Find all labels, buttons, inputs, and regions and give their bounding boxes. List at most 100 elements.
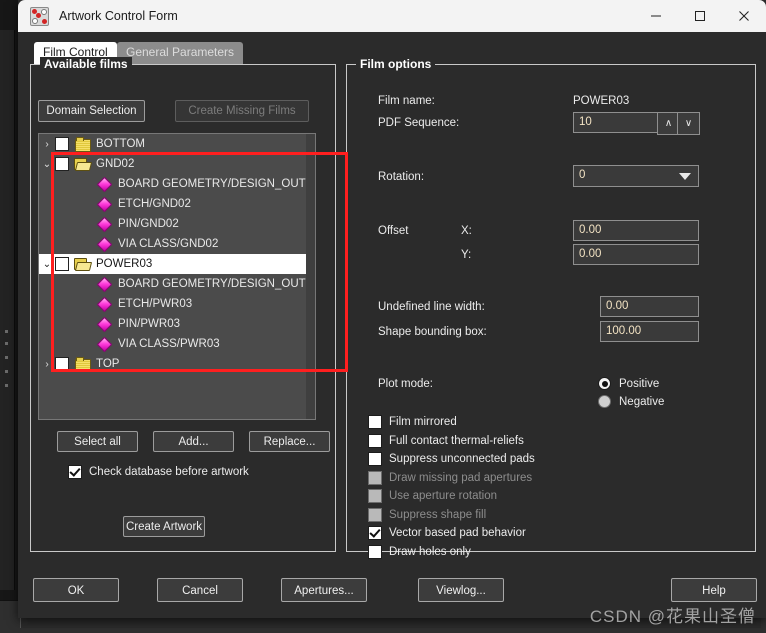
label-full-contact-thermal-reliefs: Full contact thermal-reliefs bbox=[389, 434, 524, 447]
checkbox-draw-missing-pad-apertures bbox=[368, 470, 382, 485]
offset-label: Offset bbox=[378, 225, 409, 237]
option-row-suppress-shape-fill: Suppress shape fill bbox=[368, 507, 486, 522]
undefined-line-width-input[interactable]: 0.00 bbox=[600, 296, 699, 317]
label-film-mirrored: Film mirrored bbox=[389, 416, 457, 428]
plot-mode-negative-radio[interactable] bbox=[598, 395, 611, 408]
create-missing-films-button[interactable]: Create Missing Films bbox=[175, 100, 309, 122]
tree-item-label: VIA CLASS/PWR03 bbox=[118, 338, 220, 350]
tree-item-gnd02[interactable]: ⌄ GND02 bbox=[39, 154, 315, 174]
tree-item-label: BOARD GEOMETRY/DESIGN_OUTLINE bbox=[118, 278, 316, 290]
tree-item-via-class-pwr03[interactable]: VIA CLASS/PWR03 bbox=[39, 334, 315, 354]
chevron-down-icon[interactable]: ⌄ bbox=[39, 159, 55, 170]
check-database-checkbox[interactable] bbox=[68, 465, 82, 479]
window-controls bbox=[634, 0, 766, 32]
check-database-before-artwork-row[interactable]: Check database before artwork bbox=[68, 465, 249, 479]
checkbox-full-contact-thermal-reliefs[interactable] bbox=[368, 433, 382, 448]
create-artwork-button[interactable]: Create Artwork bbox=[123, 516, 205, 537]
tree-item-pin-pwr03[interactable]: PIN/PWR03 bbox=[39, 314, 315, 334]
tree-item-checkbox[interactable] bbox=[55, 157, 69, 171]
tree-item-pin-gnd02[interactable]: PIN/GND02 bbox=[39, 214, 315, 234]
plot-mode-positive-label: Positive bbox=[619, 377, 660, 390]
tree-item-bottom[interactable]: › BOTTOM bbox=[39, 134, 315, 154]
offset-y-label: Y: bbox=[461, 249, 472, 261]
close-icon[interactable] bbox=[722, 0, 766, 32]
plot-mode-positive-radio[interactable] bbox=[598, 377, 611, 390]
pdf-sequence-input[interactable]: 10 bbox=[573, 112, 658, 133]
layer-diamond-icon bbox=[96, 176, 113, 193]
label-suppress-unconnected-pads: Suppress unconnected pads bbox=[389, 453, 535, 465]
tree-item-power03[interactable]: ⌄ POWER03 bbox=[39, 254, 315, 274]
film-name-value: POWER03 bbox=[573, 95, 630, 107]
film-name-label: Film name: bbox=[378, 95, 435, 107]
help-button[interactable]: Help bbox=[671, 578, 757, 602]
checkbox-use-aperture-rotation bbox=[368, 489, 382, 503]
checkbox-vector-based-pad-behavior[interactable] bbox=[368, 526, 382, 540]
label-draw-holes-only: Draw holes only bbox=[389, 545, 471, 558]
plot-mode-positive-radio-row[interactable]: Positive bbox=[598, 377, 659, 390]
tree-item-checkbox[interactable] bbox=[55, 257, 69, 271]
available-films-tree[interactable]: › BOTTOM ⌄ GND02 BOARD GEOMETRY/DESIGN_OUTLI… bbox=[38, 133, 316, 420]
domain-selection-button[interactable]: Domain Selection bbox=[38, 100, 145, 122]
shape-bounding-box-input[interactable]: 100.00 bbox=[600, 321, 699, 342]
rotation-select[interactable]: 0 bbox=[573, 165, 699, 187]
tree-item-label: VIA CLASS/GND02 bbox=[118, 238, 219, 250]
layer-diamond-icon bbox=[96, 296, 113, 313]
rotation-value: 0 bbox=[579, 169, 586, 181]
tab-general-parameters[interactable]: General Parameters bbox=[117, 42, 244, 64]
select-all-button[interactable]: Select all bbox=[57, 431, 138, 452]
tree-item-board-geometry-design-outline[interactable]: BOARD GEOMETRY/DESIGN_OUTLINE bbox=[39, 174, 315, 194]
ok-button[interactable]: OK bbox=[33, 578, 119, 602]
apertures-button[interactable]: Apertures... bbox=[281, 578, 367, 602]
pdf-sequence-label: PDF Sequence: bbox=[378, 117, 460, 129]
check-database-label: Check database before artwork bbox=[89, 466, 249, 478]
add-button[interactable]: Add... bbox=[153, 431, 234, 452]
minimize-icon[interactable] bbox=[634, 0, 678, 32]
tree-item-top[interactable]: › TOP bbox=[39, 354, 315, 374]
tree-item-label: TOP bbox=[96, 358, 120, 370]
maximize-icon[interactable] bbox=[678, 0, 722, 32]
option-row-film-mirrored[interactable]: Film mirrored bbox=[368, 415, 457, 429]
viewlog-button[interactable]: Viewlog... bbox=[418, 578, 504, 602]
plot-mode-negative-label: Negative bbox=[619, 395, 665, 408]
rotation-label: Rotation: bbox=[378, 171, 425, 183]
cancel-button[interactable]: Cancel bbox=[157, 578, 243, 602]
window-title: Artwork Control Form bbox=[59, 9, 178, 23]
background-toolstrip bbox=[0, 30, 15, 590]
layer-diamond-icon bbox=[96, 216, 113, 233]
tree-item-board-geometry-design-outline[interactable]: BOARD GEOMETRY/DESIGN_OUTLINE bbox=[39, 274, 315, 294]
tree-item-checkbox[interactable] bbox=[55, 137, 69, 151]
option-row-draw-holes-only[interactable]: Draw holes only bbox=[368, 544, 471, 559]
checkbox-draw-holes-only[interactable] bbox=[368, 544, 382, 559]
plot-mode-negative-radio-row[interactable]: Negative bbox=[598, 395, 664, 408]
tree-item-label: BOTTOM bbox=[96, 138, 145, 150]
tree-item-checkbox[interactable] bbox=[55, 357, 69, 371]
chevron-right-icon[interactable]: › bbox=[39, 139, 55, 150]
tree-item-etch-gnd02[interactable]: ETCH/GND02 bbox=[39, 194, 315, 214]
layer-diamond-icon bbox=[96, 276, 113, 293]
checkbox-suppress-shape-fill bbox=[368, 507, 382, 522]
layer-diamond-icon bbox=[96, 316, 113, 333]
checkbox-suppress-unconnected-pads[interactable] bbox=[368, 452, 382, 466]
replace-button[interactable]: Replace... bbox=[249, 431, 330, 452]
checkbox-film-mirrored[interactable] bbox=[368, 415, 382, 429]
tree-item-via-class-gnd02[interactable]: VIA CLASS/GND02 bbox=[39, 234, 315, 254]
option-row-vector-based-pad-behavior[interactable]: Vector based pad behavior bbox=[368, 526, 526, 540]
offset-y-input[interactable]: 0.00 bbox=[573, 244, 699, 265]
option-row-full-contact-thermal-reliefs[interactable]: Full contact thermal-reliefs bbox=[368, 433, 524, 448]
option-row-draw-missing-pad-apertures: Draw missing pad apertures bbox=[368, 470, 533, 485]
available-films-legend: Available films bbox=[40, 57, 132, 71]
offset-x-input[interactable]: 0.00 bbox=[573, 220, 699, 241]
tree-item-label: POWER03 bbox=[96, 258, 153, 270]
layer-diamond-icon bbox=[96, 236, 113, 253]
option-row-suppress-unconnected-pads[interactable]: Suppress unconnected pads bbox=[368, 452, 535, 466]
plot-mode-label: Plot mode: bbox=[378, 378, 433, 390]
chevron-down-icon[interactable]: ⌄ bbox=[39, 259, 55, 270]
pdf-sequence-decrement-button[interactable]: ∨ bbox=[677, 112, 700, 135]
tree-scrollbar[interactable] bbox=[306, 134, 315, 419]
folder-open-icon bbox=[74, 157, 93, 171]
chevron-right-icon[interactable]: › bbox=[39, 359, 55, 370]
folder-open-icon bbox=[74, 257, 93, 271]
label-draw-missing-pad-apertures: Draw missing pad apertures bbox=[389, 471, 533, 484]
tree-item-etch-pwr03[interactable]: ETCH/PWR03 bbox=[39, 294, 315, 314]
offset-x-label: X: bbox=[461, 225, 472, 237]
